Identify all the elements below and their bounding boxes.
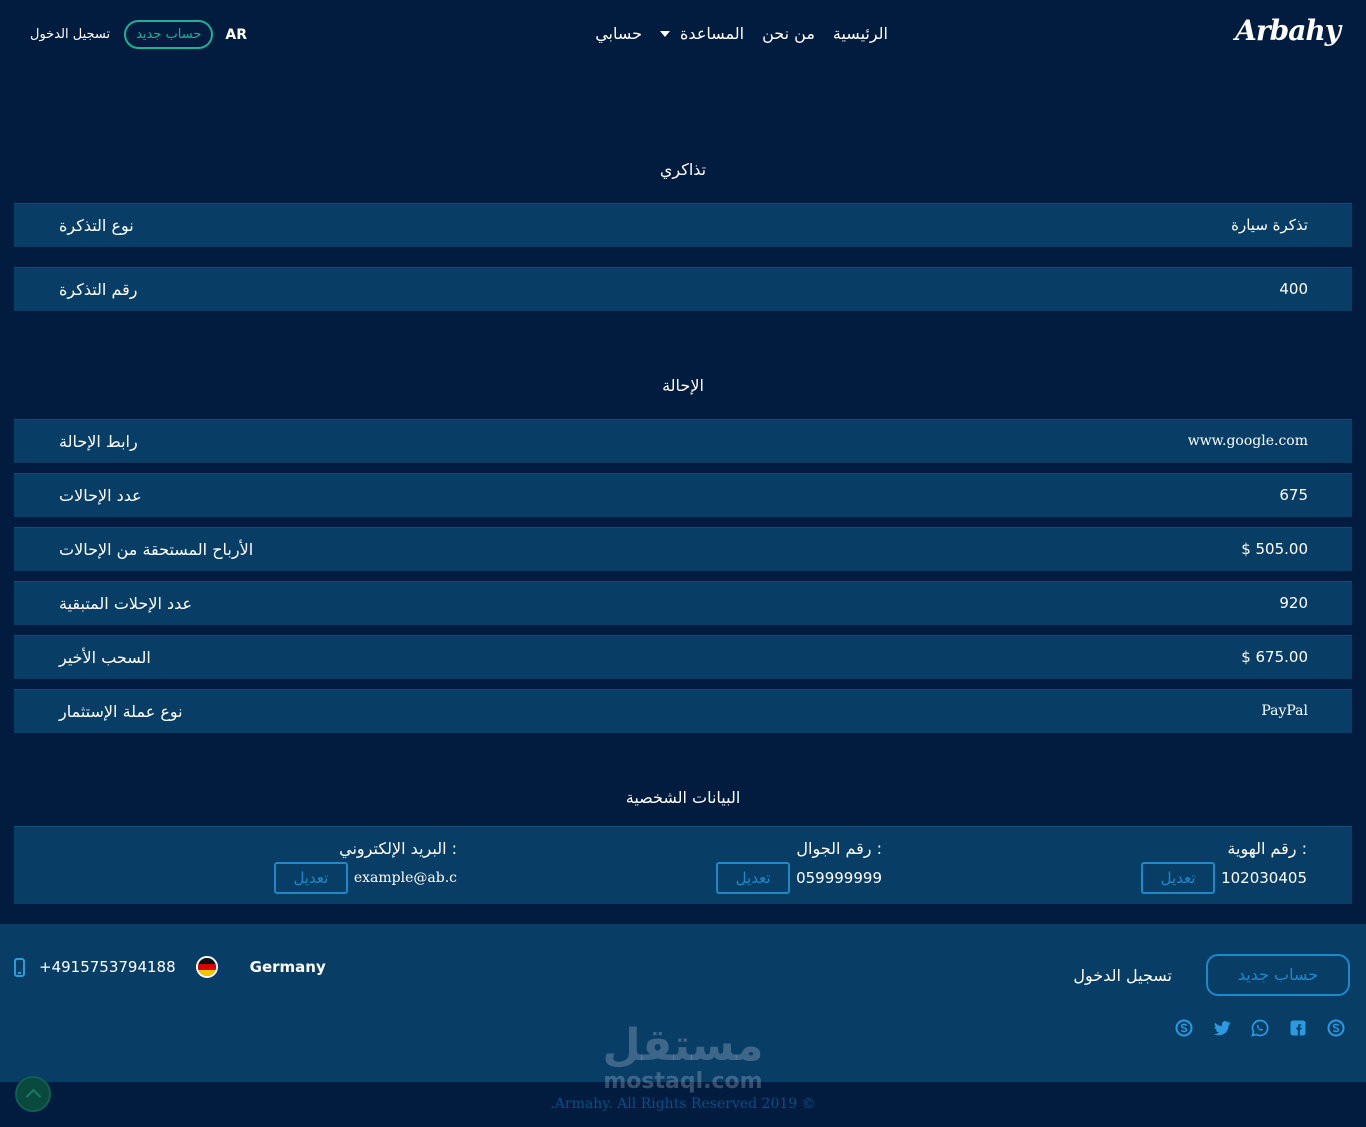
email-value: example@ab.c [353,870,457,886]
edit-email-button[interactable]: تعديل [273,862,348,894]
edit-mobile-button[interactable]: تعديل [716,862,791,894]
id-label: رقم الهوية : [1227,839,1307,858]
mobile-label: رقم الجوال : [796,839,882,858]
main-nav: الرئيسية من نحن المساعدة حسابي [595,24,888,43]
ticket-row: رقم التذكرة 400 [14,267,1352,311]
watermark-latin: mostaql.com [603,1069,763,1094]
referral-row: عدد الإحالات 675 [14,473,1352,517]
header-login-link[interactable]: تسجيل الدخول [30,27,110,42]
personal-title: البيانات الشخصية [625,788,741,807]
footer-login-link[interactable]: تسجيل الدخول [1073,966,1172,985]
footer-contact: +4915753794188 Germany [14,956,326,978]
email-label: البريد الإلكتروني : [339,839,457,858]
nav-help-label: المساعدة [680,24,745,43]
footer-new-account-button[interactable]: حساب جديد [1206,954,1350,996]
row-value: تذكرة سيارة [1231,216,1308,234]
row-value: PayPal [1261,703,1308,719]
id-value: 102030405 [1221,869,1307,887]
scroll-top-button[interactable] [15,1076,51,1112]
germany-flag-icon [195,956,218,978]
copyright: .Armahy. All Rights Reserved 2019 © [550,1096,816,1112]
row-value: $ 505.00 [1241,540,1308,558]
row-value: 675 [1279,486,1308,504]
nav-home[interactable]: الرئيسية [833,24,888,43]
nav-help-dropdown[interactable]: المساعدة [660,24,744,43]
header-auth: تسجيل الدخول حساب جديد AR [30,20,247,49]
row-label: رقم التذكرة [59,280,138,299]
chevron-down-icon [660,30,671,37]
skype-icon[interactable] [1326,1018,1346,1038]
row-value: 920 [1279,594,1308,612]
top-navbar: Arbahy الرئيسية من نحن المساعدة حسابي تس… [0,0,1366,72]
nav-about[interactable]: من نحن [762,24,815,43]
referral-link[interactable]: www.google.com [1188,433,1308,449]
referral-row: الأرباح المستحقة من الإحالات $ 505.00 [14,527,1352,571]
header-new-account-button[interactable]: حساب جديد [124,20,214,49]
language-switch[interactable]: AR [225,27,247,43]
footer-country: Germany [249,958,326,976]
personal-info-card: رقم الهوية : 102030405 تعديل رقم الجوال … [14,826,1352,904]
facebook-icon[interactable] [1288,1018,1308,1038]
row-label: الأرباح المستحقة من الإحالات [59,540,254,559]
referral-row: السحب الأخير $ 675.00 [14,635,1352,679]
id-field: رقم الهوية : 102030405 تعديل [1141,839,1307,894]
row-label: عدد الإحالات [59,486,142,505]
footer-phone[interactable]: +4915753794188 [39,958,176,976]
mobile-field: رقم الجوال : 059999999 تعديل [716,839,882,894]
mobile-value: 059999999 [796,869,882,887]
row-label: عدد الإحلات المتبقية [59,594,193,613]
row-label: السحب الأخير [59,648,151,667]
referral-row: نوع عملة الإستثمار PayPal [14,689,1352,733]
row-value: $ 675.00 [1241,648,1308,666]
row-label: نوع عملة الإستثمار [59,702,183,721]
watermark: مستقل mostaql.com [598,1022,768,1094]
phone-icon [14,957,25,977]
social-links [1174,1018,1346,1038]
ticket-row: نوع التذكرة تذكرة سيارة [14,203,1352,247]
nav-account[interactable]: حسابي [595,24,642,43]
referral-row: رابط الإحالة www.google.com [14,419,1352,463]
tickets-title: تذاكري [659,160,707,179]
watermark-arabic: مستقل [602,1020,764,1071]
edit-id-button[interactable]: تعديل [1141,862,1216,894]
referral-row: عدد الإحلات المتبقية 920 [14,581,1352,625]
email-field: البريد الإلكتروني : example@ab.c تعديل [273,839,457,894]
referral-title: الإحالة [662,376,704,395]
skype-icon[interactable] [1174,1018,1194,1038]
row-value: 400 [1279,280,1308,298]
whatsapp-icon[interactable] [1250,1018,1270,1038]
twitter-icon[interactable] [1212,1018,1232,1038]
row-label: نوع التذكرة [59,216,134,235]
logo[interactable]: Arbahy [1235,14,1341,47]
row-label: رابط الإحالة [59,432,138,451]
